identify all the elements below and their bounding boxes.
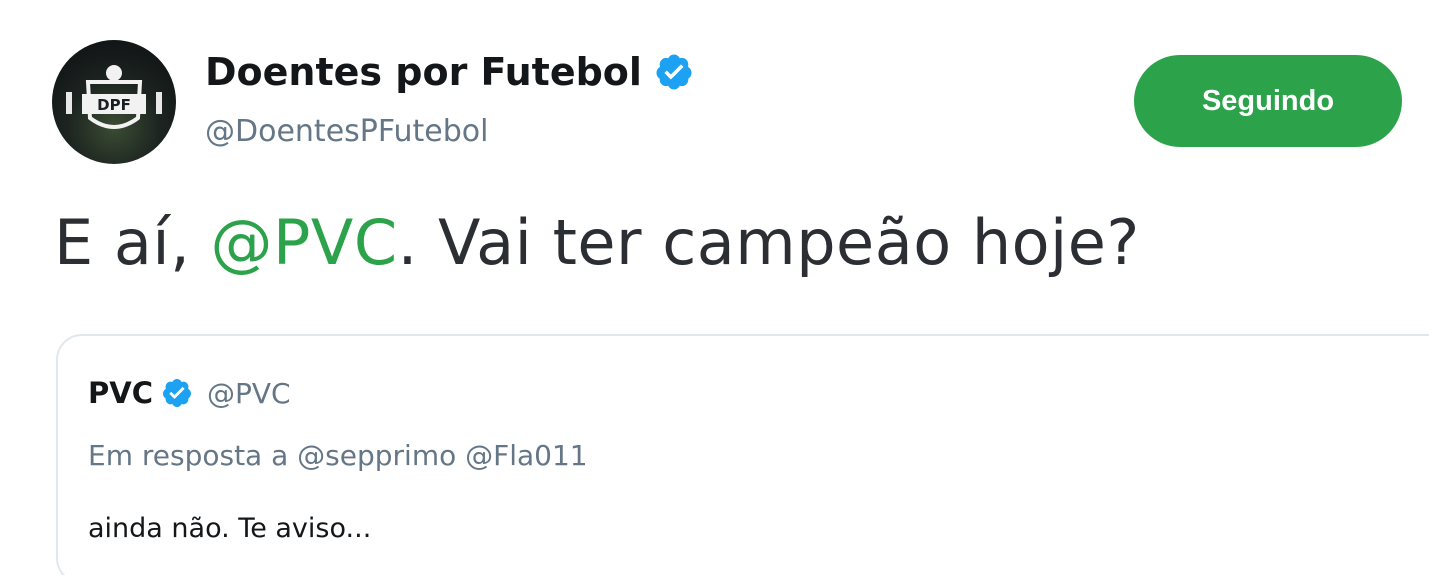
reply-context: Em resposta a @sepprimo @Fla011 (88, 439, 588, 472)
author-handle[interactable]: @DoentesPFutebol (205, 114, 488, 149)
author-display-name[interactable]: Doentes por Futebol (205, 50, 642, 94)
quoted-tweet-header: PVC @PVC (88, 376, 291, 410)
mention-link[interactable]: @PVC (211, 206, 398, 279)
quoted-author-display-name: PVC (88, 376, 153, 410)
following-button[interactable]: Seguindo (1134, 55, 1402, 147)
dpf-logo-icon: DPF (66, 65, 162, 129)
tweet-card: DPF Doentes por Futebol @DoentesPFutebol… (0, 0, 1429, 575)
quoted-author-handle: @PVC (206, 376, 291, 410)
verified-badge-icon (162, 379, 191, 407)
verified-badge-icon (656, 54, 692, 90)
tweet-text-after: . Vai ter campeão hoje? (397, 206, 1140, 279)
author-display-name-row: Doentes por Futebol (205, 50, 694, 94)
svg-text:DPF: DPF (97, 96, 131, 114)
tweet-text-before: E aí, (54, 206, 211, 279)
avatar[interactable]: DPF (52, 40, 176, 164)
quoted-tweet-text: ainda não. Te aviso... (88, 513, 372, 544)
quoted-tweet-card[interactable]: PVC @PVC Em resposta a @sepprimo @Fla011… (56, 334, 1429, 575)
tweet-text: E aí, @PVC. Vai ter campeão hoje? (54, 206, 1140, 279)
